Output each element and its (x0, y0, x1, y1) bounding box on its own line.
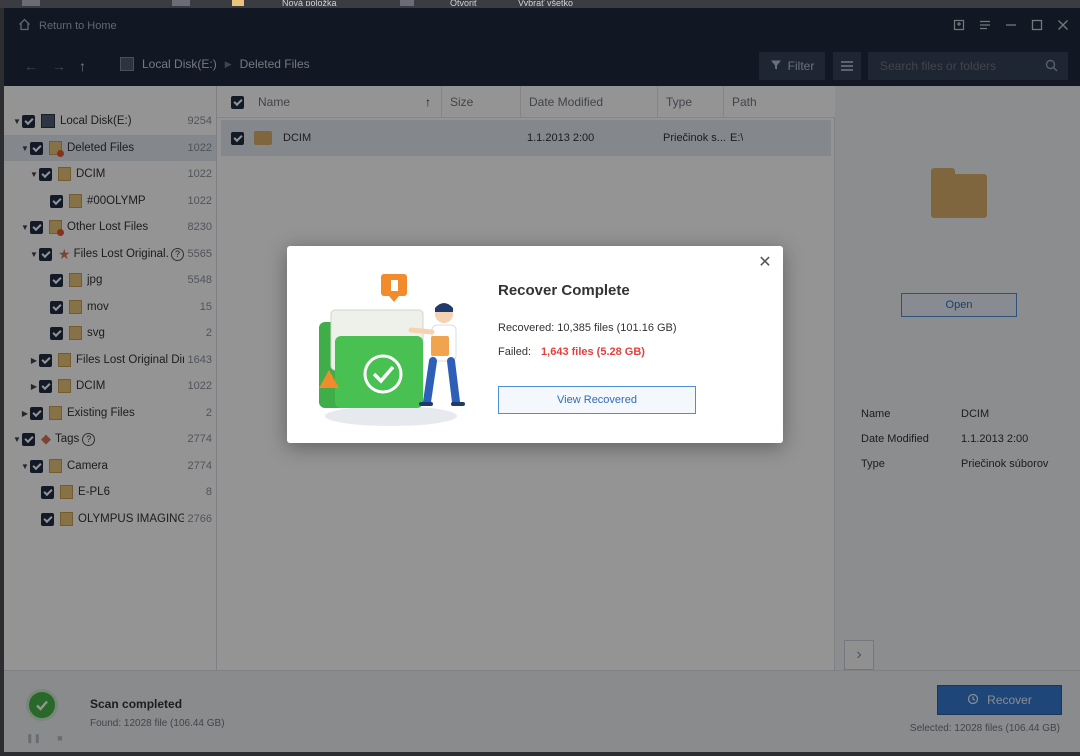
view-recovered-button[interactable]: View Recovered (498, 386, 696, 414)
recovery-success-illustration (319, 274, 465, 426)
taskbar-icon[interactable] (22, 0, 40, 6)
recovered-summary: Recovered: 10,385 files (101.16 GB) (498, 322, 677, 334)
failed-summary: Failed: 1,643 files (5.28 GB) (498, 346, 645, 358)
taskbar-item[interactable]: Nová položka (282, 0, 337, 6)
taskbar: Nová položka Otvoriť Vybrať všetko (0, 0, 1080, 8)
close-icon[interactable]: ✕ (757, 254, 773, 271)
folder-icon[interactable] (232, 0, 244, 6)
taskbar-icon[interactable] (172, 0, 190, 6)
app-window: Return to Home ← → ↑ Local Disk(E:) ▶ De… (4, 8, 1080, 752)
failed-label: Failed: (498, 346, 532, 358)
failed-value: 1,643 files (5.28 GB) (541, 346, 645, 358)
taskbar-item[interactable]: Vybrať všetko (518, 0, 573, 6)
dialog-title: Recover Complete (498, 282, 630, 299)
taskbar-icon[interactable] (400, 0, 414, 6)
taskbar-item[interactable]: Otvoriť (450, 0, 477, 6)
recover-complete-dialog: ✕ Recover Complete Recovered: 10,385 fil… (287, 246, 783, 443)
